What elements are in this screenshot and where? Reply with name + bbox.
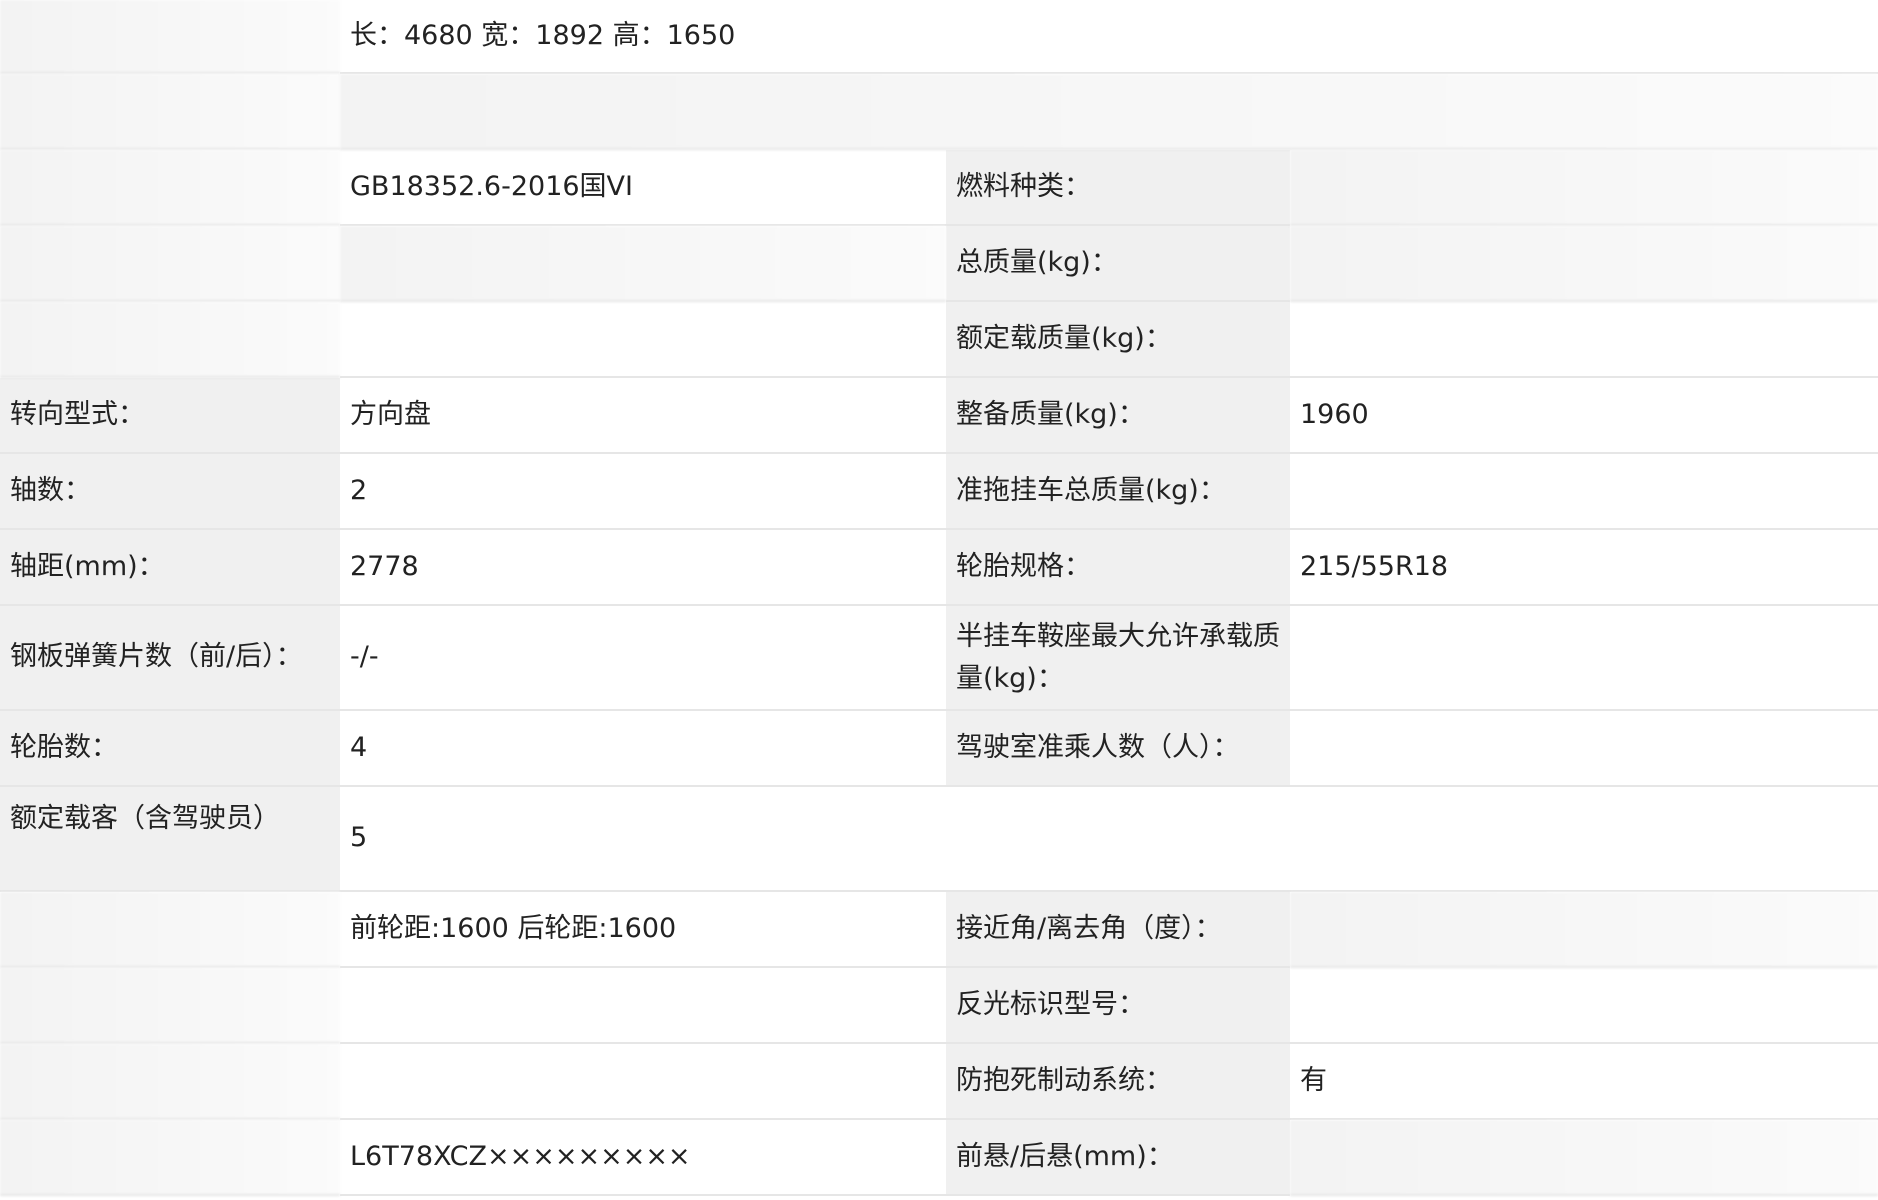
cab-passengers-value xyxy=(1290,711,1878,787)
row-value xyxy=(340,1044,946,1120)
rated-passengers-value: 5 xyxy=(340,787,1878,892)
abs-label: 防抱死制动系统： xyxy=(946,1044,1290,1120)
cab-passengers-label: 驾驶室准乘人数（人）： xyxy=(946,711,1290,787)
row-label xyxy=(0,302,340,378)
row-label xyxy=(0,226,340,302)
row-label xyxy=(0,892,340,968)
leaf-spring-label: 钢板弹簧片数（前/后）： xyxy=(0,606,340,711)
row-label xyxy=(0,74,340,150)
row-label xyxy=(0,968,340,1044)
gross-mass-label: 总质量(kg)： xyxy=(946,226,1290,302)
tire-spec-value: 215/55R18 xyxy=(1290,530,1878,606)
row-label xyxy=(0,1120,340,1196)
row-value xyxy=(340,74,1878,150)
vin-value: L6T78XCZ××××××××× xyxy=(340,1120,946,1196)
tire-count-label: 轮胎数： xyxy=(0,711,340,787)
reflective-label-model-label: 反光标识型号： xyxy=(946,968,1290,1044)
row-label xyxy=(0,1044,340,1120)
wheelbase-value: 2778 xyxy=(340,530,946,606)
tire-spec-label: 轮胎规格： xyxy=(946,530,1290,606)
overhang-value xyxy=(1290,1120,1878,1196)
fuel-type-value xyxy=(1290,150,1878,226)
row-value xyxy=(340,968,946,1044)
vehicle-spec-table: 长：4680 宽：1892 高：1650 GB18352.6-2016国VI 燃… xyxy=(0,0,1878,1196)
trailer-mass-value xyxy=(1290,454,1878,530)
row-label xyxy=(0,150,340,226)
approach-departure-value xyxy=(1290,892,1878,968)
approach-departure-label: 接近角/离去角（度）： xyxy=(946,892,1290,968)
saddle-load-value xyxy=(1290,606,1878,711)
overhang-label: 前悬/后悬(mm)： xyxy=(946,1120,1290,1196)
row-value xyxy=(340,302,946,378)
steering-type-value: 方向盘 xyxy=(340,378,946,454)
axle-count-value: 2 xyxy=(340,454,946,530)
steering-type-label: 转向型式： xyxy=(0,378,340,454)
tire-count-value: 4 xyxy=(340,711,946,787)
rated-load-label: 额定载质量(kg)： xyxy=(946,302,1290,378)
rated-passengers-label: 额定载客（含驾驶员） xyxy=(0,787,340,892)
axle-count-label: 轴数： xyxy=(0,454,340,530)
leaf-spring-value: -/- xyxy=(340,606,946,711)
dimensions-value: 长：4680 宽：1892 高：1650 xyxy=(340,0,1878,74)
curb-weight-label: 整备质量(kg)： xyxy=(946,378,1290,454)
rated-load-value xyxy=(1290,302,1878,378)
reflective-label-model-value xyxy=(1290,968,1878,1044)
row-value xyxy=(340,226,946,302)
track-width-value: 前轮距:1600 后轮距:1600 xyxy=(340,892,946,968)
saddle-load-label: 半挂车鞍座最大允许承载质量(kg)： xyxy=(946,606,1290,711)
row-label xyxy=(0,0,340,74)
trailer-mass-label: 准拖挂车总质量(kg)： xyxy=(946,454,1290,530)
emission-standard-value: GB18352.6-2016国VI xyxy=(340,150,946,226)
fuel-type-label: 燃料种类： xyxy=(946,150,1290,226)
wheelbase-label: 轴距(mm)： xyxy=(0,530,340,606)
gross-mass-value xyxy=(1290,226,1878,302)
abs-value: 有 xyxy=(1290,1044,1878,1120)
curb-weight-value: 1960 xyxy=(1290,378,1878,454)
